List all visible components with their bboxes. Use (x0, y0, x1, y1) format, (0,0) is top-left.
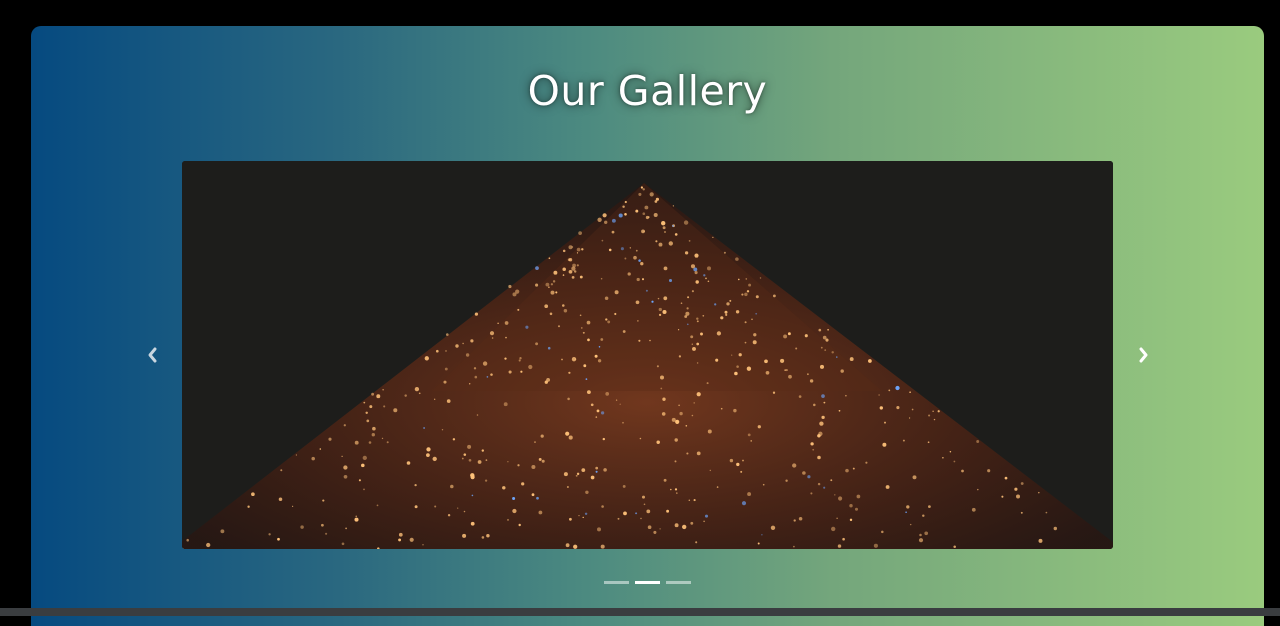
gallery-title: Our Gallery (527, 67, 768, 115)
carousel-indicator-2[interactable] (635, 581, 660, 584)
carousel-indicator-3[interactable] (666, 581, 691, 584)
carousel-indicator-1[interactable] (604, 581, 629, 584)
chevron-right-icon (1139, 347, 1148, 363)
carousel-next-button[interactable] (1131, 342, 1155, 368)
gallery-section: Our Gallery (31, 26, 1264, 626)
carousel-slide[interactable] (182, 161, 1113, 549)
bottom-bar (0, 608, 1280, 616)
christmas-tree-photo (182, 161, 1113, 549)
carousel-prev-button[interactable] (141, 342, 165, 368)
carousel-indicators (604, 581, 691, 584)
chevron-left-icon (148, 347, 157, 363)
